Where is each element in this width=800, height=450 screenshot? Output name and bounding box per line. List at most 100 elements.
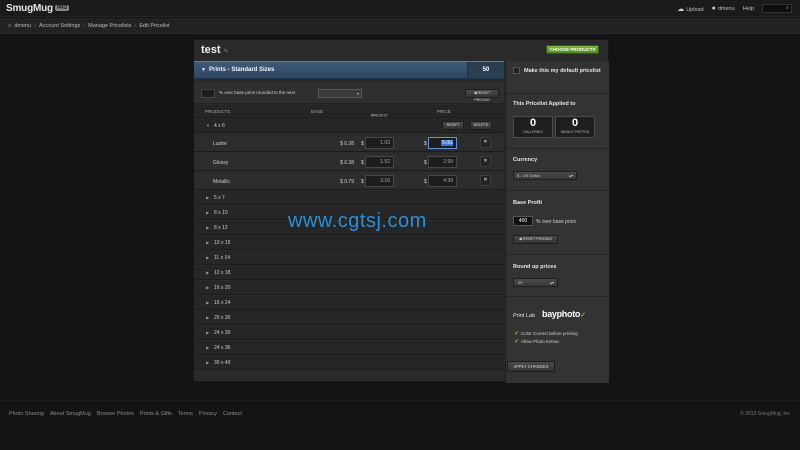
- round-up-select[interactable]: .99 ▴▾: [513, 278, 558, 287]
- checkmark-icon: ✔: [514, 331, 520, 337]
- footer-link[interactable]: Photo Sharing: [9, 411, 44, 417]
- group-name: 16 x 24: [214, 300, 231, 306]
- product-group-row[interactable]: ▶ 16 x 20: [194, 281, 504, 295]
- reset-pricing-button[interactable]: ◀ RESET PRICING: [465, 89, 499, 102]
- product-group-row[interactable]: ▼ 4 x 6 RESET DELETE: [194, 119, 504, 133]
- round-up-label: Round up prices: [513, 264, 557, 270]
- item-name: Lustre: [213, 141, 227, 147]
- sidebar-reset-pricing-button[interactable]: ◀ RESET PRICING: [513, 235, 558, 244]
- breadcrumb-item-account-settings[interactable]: Account Settings: [39, 23, 80, 29]
- product-group-row[interactable]: ▶ 24 x 36: [194, 341, 504, 355]
- group-reset-button[interactable]: RESET: [442, 121, 464, 130]
- footer-links: Photo Sharing About SmugMug Browse Photo…: [9, 411, 242, 417]
- default-pricelist-section: Make this my default pricelist: [506, 61, 610, 94]
- col-price: PRICE: [437, 109, 451, 114]
- footer-link[interactable]: Terms: [178, 411, 193, 417]
- triangle-down-icon: ▼: [201, 67, 206, 73]
- profit-input[interactable]: 1.52: [365, 156, 394, 168]
- round-select[interactable]: ▾: [318, 89, 362, 98]
- photo-extras-option[interactable]: ✔ Allow Photo Extras: [514, 338, 559, 345]
- base-profit-input[interactable]: 400: [513, 216, 533, 226]
- col-products: PRODUCTS: [205, 109, 231, 114]
- item-base: $ 0.79: [340, 179, 354, 185]
- breadcrumb-item-manage-pricelists[interactable]: Manage Pricelists: [88, 23, 131, 29]
- currency-symbol: $: [424, 179, 427, 185]
- product-group-row[interactable]: ▶ 16 x 24: [194, 296, 504, 310]
- copyright: © 2013 SmugMug, Inc: [740, 411, 790, 417]
- profit-input[interactable]: 1.03: [365, 137, 394, 149]
- close-icon[interactable]: ✕: [480, 156, 491, 167]
- product-group-row[interactable]: ▶ 20 x 30: [194, 311, 504, 325]
- color-correct-label: Color Correct before printing: [521, 331, 578, 336]
- triangle-right-icon: ▶: [206, 255, 210, 260]
- currency-symbol: $: [361, 141, 364, 147]
- color-correct-option[interactable]: ✔ Color Correct before printing: [514, 330, 578, 337]
- help-link[interactable]: Help: [743, 6, 754, 12]
- footer-link[interactable]: About SmugMug: [50, 411, 91, 417]
- top-bar: SmugMug PRO ☁ Upload ● dmenu Help ⌕: [0, 0, 800, 17]
- default-checkbox[interactable]: [513, 67, 520, 74]
- group-name: 20 x 30: [214, 315, 231, 321]
- round-up-value: .99: [517, 280, 523, 285]
- product-group-row[interactable]: ▶ 11 x 14: [194, 251, 504, 265]
- checkmark-icon: ✔: [514, 339, 520, 345]
- print-lab-label: Print Lab: [513, 313, 536, 319]
- product-group-row[interactable]: ▶ 30 x 40: [194, 356, 504, 370]
- home-icon[interactable]: ⌂: [8, 23, 11, 29]
- currency-select[interactable]: $ - US Dollar ▴▾: [513, 171, 577, 180]
- chevron-down-icon: ▴▾: [549, 280, 554, 285]
- footer-link[interactable]: Contact: [223, 411, 242, 417]
- smugmug-logo[interactable]: SmugMug PRO: [6, 3, 70, 14]
- breadcrumb-item-edit-pricelist: Edit Pricelist: [139, 23, 170, 29]
- section-header[interactable]: ▼ Prints - Standard Sizes 50: [194, 61, 504, 79]
- section-label: Prints - Standard Sizes: [209, 67, 275, 73]
- pricelist-settings-sidebar: Make this my default pricelist This Pric…: [505, 61, 610, 383]
- close-icon[interactable]: ✕: [480, 137, 491, 148]
- bayphoto-logo: bayphoto✓: [542, 309, 586, 319]
- profit-input[interactable]: 3.16: [365, 175, 394, 187]
- bayphoto-brand: bayphoto: [542, 309, 581, 319]
- group-delete-button[interactable]: DELETE: [470, 121, 492, 130]
- group-name: 8 x 10: [214, 210, 228, 216]
- close-icon[interactable]: ✕: [480, 175, 491, 186]
- group-name: 24 x 30: [214, 330, 231, 336]
- triangle-right-icon: ▶: [206, 210, 210, 215]
- price-input[interactable]: 4.99: [428, 175, 457, 187]
- percent-input[interactable]: [201, 89, 215, 98]
- product-group-row[interactable]: ▶ 5 x 7: [194, 191, 504, 205]
- footer-link[interactable]: Prints & Gifts: [140, 411, 172, 417]
- upload-link[interactable]: ☁ Upload: [677, 5, 703, 13]
- single-photos-count-box[interactable]: 0 SINGLE PHOTOS: [555, 116, 595, 138]
- pencil-icon[interactable]: ✎: [224, 49, 229, 55]
- watermark: www.cgtsj.com: [288, 210, 427, 232]
- triangle-down-icon: ▼: [206, 123, 210, 128]
- user-link[interactable]: ● dmenu: [712, 5, 735, 12]
- galleries-count-box[interactable]: 0 GALLERIES: [513, 116, 553, 138]
- item-base: $ 0.38: [340, 141, 354, 147]
- applied-to-label: This Pricelist Applied to: [513, 101, 576, 107]
- group-name: 24 x 36: [214, 345, 231, 351]
- product-group-row[interactable]: ▶ 10 x 15: [194, 236, 504, 250]
- triangle-right-icon: ▶: [206, 300, 210, 305]
- triangle-right-icon: ▶: [206, 285, 210, 290]
- base-profit-section: Base Profit 400 % over base price ◀ RESE…: [506, 191, 610, 255]
- group-name: 11 x 14: [214, 255, 231, 261]
- user-icon: ●: [711, 5, 716, 12]
- breadcrumb-item-user[interactable]: dmenu: [14, 23, 31, 29]
- top-right-nav: ☁ Upload ● dmenu Help ⌕: [677, 4, 792, 13]
- product-group-row[interactable]: ▶ 24 x 30: [194, 326, 504, 340]
- checkmark-icon: ✓: [580, 312, 586, 319]
- currency-section: Currency $ - US Dollar ▴▾: [506, 149, 610, 191]
- base-profit-label: Base Profit: [513, 200, 543, 206]
- product-group-row[interactable]: ▶ 12 x 18: [194, 266, 504, 280]
- breadcrumb-separator: ›: [34, 23, 36, 29]
- apply-changes-button[interactable]: APPLY CHANGES: [507, 361, 555, 372]
- col-base: BASE: [311, 109, 324, 114]
- price-input[interactable]: 2.99: [428, 156, 457, 168]
- choose-products-button[interactable]: CHOOSE PRODUCTS: [546, 45, 599, 54]
- group-name: 12 x 18: [214, 270, 231, 276]
- footer-link[interactable]: Browse Photos: [97, 411, 134, 417]
- footer-link[interactable]: Privacy: [199, 411, 217, 417]
- help-icon[interactable]: ?: [371, 113, 374, 118]
- search-input[interactable]: ⌕: [762, 4, 792, 13]
